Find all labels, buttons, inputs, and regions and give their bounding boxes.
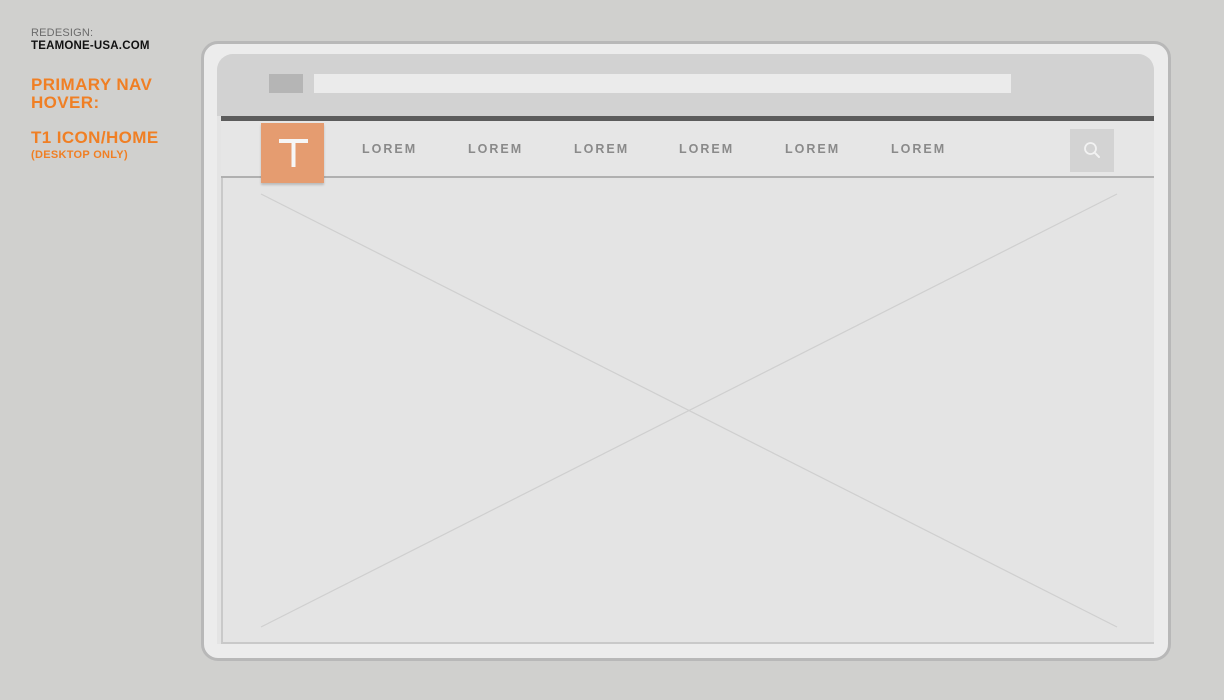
nav-item-2[interactable]: LOREM (468, 142, 523, 156)
browser-nav-button[interactable] (269, 74, 303, 93)
nav-item-4[interactable]: LOREM (679, 142, 734, 156)
annotation-panel: REDESIGN: TEAMONE-USA.COM PRIMARY NAV HO… (31, 27, 196, 162)
project-label: REDESIGN: (31, 27, 94, 39)
t1-logo-icon (279, 139, 308, 167)
state-title-line1: PRIMARY NAV (31, 75, 153, 94)
element-note: (DESKTOP ONLY) (31, 149, 128, 161)
nav-item-1[interactable]: LOREM (362, 142, 417, 156)
search-button[interactable] (1070, 129, 1114, 172)
browser-viewport: LOREM LOREM LOREM LOREM LOREM LOREM (217, 54, 1154, 644)
browser-frame: LOREM LOREM LOREM LOREM LOREM LOREM (201, 41, 1171, 661)
primary-nav: LOREM LOREM LOREM LOREM LOREM LOREM (221, 121, 1154, 183)
content-image-placeholder (221, 178, 1154, 644)
project-site: TEAMONE-USA.COM (31, 40, 150, 52)
browser-address-bar[interactable] (314, 74, 1011, 93)
nav-item-6[interactable]: LOREM (891, 142, 946, 156)
home-logo-button[interactable] (261, 123, 324, 183)
placeholder-cross-icon (260, 193, 1118, 628)
state-title-line2: HOVER: (31, 93, 100, 112)
nav-item-5[interactable]: LOREM (785, 142, 840, 156)
browser-chrome-bar (217, 54, 1154, 116)
search-icon (1084, 142, 1100, 158)
nav-item-3[interactable]: LOREM (574, 142, 629, 156)
element-title: T1 ICON/HOME (31, 128, 159, 147)
